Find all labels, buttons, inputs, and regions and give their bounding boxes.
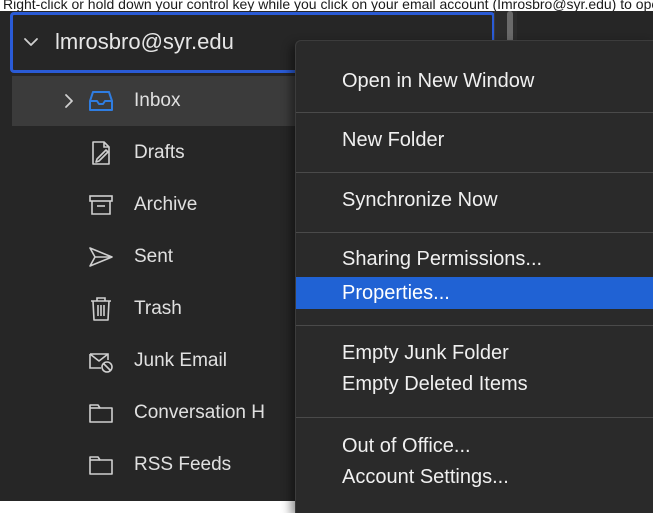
menu-separator xyxy=(296,232,653,233)
chevron-down-icon[interactable] xyxy=(23,34,39,50)
sidebar-item-label: Junk Email xyxy=(134,350,227,371)
menu-item-new-folder[interactable]: New Folder xyxy=(296,124,653,156)
menu-separator xyxy=(296,417,653,418)
drafts-icon xyxy=(92,141,110,165)
menu-item-properties[interactable]: Properties... xyxy=(296,277,653,309)
menu-separator xyxy=(296,172,653,173)
sidebar-item-label: Inbox xyxy=(134,90,181,111)
menu-separator xyxy=(296,325,653,326)
inbox-icon xyxy=(89,91,113,111)
sidebar-item-label: Trash xyxy=(134,298,182,319)
menu-item-empty-junk-folder[interactable]: Empty Junk Folder xyxy=(296,337,653,369)
junk-email-icon xyxy=(89,353,113,373)
menu-item-out-of-office[interactable]: Out of Office... xyxy=(296,430,653,462)
archive-icon xyxy=(89,195,113,215)
trash-icon xyxy=(91,297,111,321)
sidebar-item-label: Archive xyxy=(134,194,198,215)
folder-icon xyxy=(89,404,113,423)
menu-item-open-in-new-window[interactable]: Open in New Window xyxy=(296,65,653,97)
sidebar-item-label: Sent xyxy=(134,246,174,267)
mail-app-window: lmrosbro@syr.edu Inbox Drafts Archive Se… xyxy=(0,11,653,513)
folder-icon xyxy=(89,456,113,475)
account-label: lmrosbro@syr.edu xyxy=(55,29,234,54)
chevron-right-icon[interactable] xyxy=(62,93,76,109)
menu-item-account-settings[interactable]: Account Settings... xyxy=(296,461,653,493)
sidebar-item-label: RSS Feeds xyxy=(134,454,232,475)
sent-icon xyxy=(89,247,113,267)
sidebar-item-label: Conversation H xyxy=(134,402,265,423)
menu-separator xyxy=(296,112,653,113)
menu-item-empty-deleted-items[interactable]: Empty Deleted Items xyxy=(296,368,653,400)
menu-item-synchronize-now[interactable]: Synchronize Now xyxy=(296,184,653,216)
context-menu: Open in New Window New Folder Synchroniz… xyxy=(295,40,653,513)
menu-item-sharing-permissions[interactable]: Sharing Permissions... xyxy=(296,243,653,275)
sidebar-item-label: Drafts xyxy=(134,142,185,163)
